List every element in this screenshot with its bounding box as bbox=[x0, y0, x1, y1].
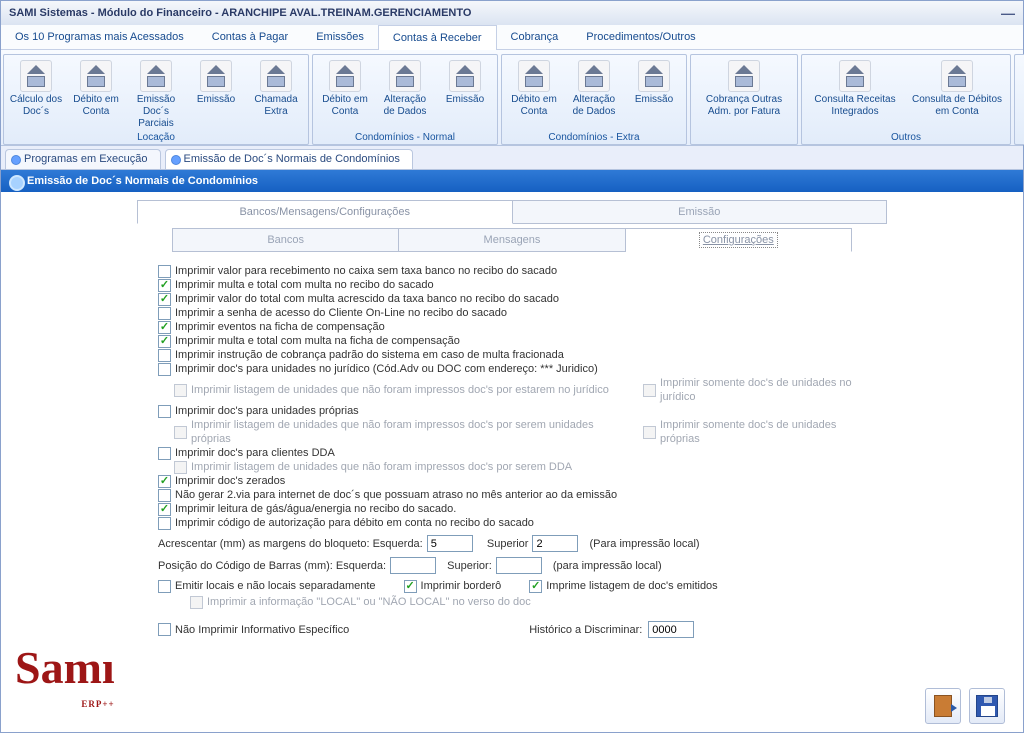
menu-contas-receber[interactable]: Contas à Receber bbox=[378, 25, 497, 50]
content-area: Bancos/Mensagens/Configurações Emissão B… bbox=[1, 192, 1023, 732]
tab-emissao-docs[interactable]: Emissão de Doc´s Normais de Condomínios bbox=[165, 149, 413, 169]
subtab-mensagens[interactable]: Mensagens bbox=[399, 228, 625, 252]
chk-c6[interactable] bbox=[158, 335, 171, 348]
menu-top10[interactable]: Os 10 Programas mais Acessados bbox=[1, 25, 198, 49]
subtab-configuracoes[interactable]: Configurações bbox=[626, 228, 852, 252]
btn-debito-conta-ce[interactable]: Débito em Conta bbox=[505, 58, 563, 130]
final-row: Não Imprimir Informativo Específico Hist… bbox=[158, 621, 866, 638]
sub-tab-row: Bancos Mensagens Configurações bbox=[172, 228, 852, 252]
btn-emissao-loc[interactable]: Emissão bbox=[187, 58, 245, 130]
btn-alteracao-dados-cn[interactable]: Alteração de Dados bbox=[376, 58, 434, 130]
menu-procedimentos[interactable]: Procedimentos/Outros bbox=[572, 25, 709, 49]
chk-c10a[interactable] bbox=[174, 461, 187, 474]
window-title: SAMI Sistemas - Módulo do Financeiro - A… bbox=[9, 7, 471, 19]
input-margin-esq[interactable] bbox=[427, 535, 473, 552]
chk-c1[interactable] bbox=[158, 265, 171, 278]
tab-programas-execucao[interactable]: Programas em Execução bbox=[5, 149, 161, 169]
tab-emissao[interactable]: Emissão bbox=[513, 200, 888, 224]
chk-c9a[interactable] bbox=[174, 426, 187, 439]
input-barcode-sup[interactable] bbox=[496, 557, 542, 574]
floppy-icon bbox=[976, 695, 998, 717]
bottom-buttons bbox=[925, 688, 1005, 724]
group-caption-sair: Sair bbox=[1015, 132, 1024, 143]
chk-local-verso[interactable] bbox=[190, 596, 203, 609]
ribbon-group-locacao: Cálculo dos Doc´s Débito em Conta Emissã… bbox=[3, 54, 309, 145]
chk-c5[interactable] bbox=[158, 321, 171, 334]
btn-debito-conta-loc[interactable]: Débito em Conta bbox=[67, 58, 125, 130]
chk-c13[interactable] bbox=[158, 503, 171, 516]
input-historico[interactable] bbox=[648, 621, 694, 638]
btn-consulta-debitos[interactable]: Consulta de Débitos em Conta bbox=[907, 58, 1007, 130]
btn-chamada-extra[interactable]: Chamada Extra bbox=[247, 58, 305, 130]
chk-c8a[interactable] bbox=[174, 384, 187, 397]
chk-listagem-emitidos[interactable] bbox=[529, 580, 542, 593]
chk-c3[interactable] bbox=[158, 293, 171, 306]
btn-debito-conta-cn[interactable]: Débito em Conta bbox=[316, 58, 374, 130]
group-caption-locacao: Locação bbox=[4, 132, 308, 143]
exit-button[interactable] bbox=[925, 688, 961, 724]
input-barcode-esq[interactable] bbox=[390, 557, 436, 574]
panel-title: Emissão de Doc´s Normais de Condomínios bbox=[1, 170, 1023, 192]
menu-cobranca[interactable]: Cobrança bbox=[497, 25, 573, 49]
ribbon-group-cond-normal: Débito em Conta Alteração de Dados Emiss… bbox=[312, 54, 498, 145]
bread-tabs: Programas em Execução Emissão de Doc´s N… bbox=[1, 146, 1023, 170]
btn-alteracao-dados-ce[interactable]: Alteração de Dados bbox=[565, 58, 623, 130]
chk-c14[interactable] bbox=[158, 517, 171, 530]
ribbon-toolbar: Cálculo dos Doc´s Débito em Conta Emissã… bbox=[1, 50, 1023, 146]
chk-c9b[interactable] bbox=[643, 426, 656, 439]
chk-c10[interactable] bbox=[158, 447, 171, 460]
btn-sair[interactable]: Sair do Sistema bbox=[1018, 58, 1024, 130]
menu-bar: Os 10 Programas mais Acessados Contas à … bbox=[1, 25, 1023, 50]
chk-bordero[interactable] bbox=[404, 580, 417, 593]
barcode-row: Posição do Código de Barras (mm): Esquer… bbox=[158, 557, 866, 574]
margins-row: Acrescentar (mm) as margens do bloqueto:… bbox=[158, 535, 866, 552]
chk-c11[interactable] bbox=[158, 475, 171, 488]
group-caption-outros: Outros bbox=[802, 132, 1010, 143]
chk-c4[interactable] bbox=[158, 307, 171, 320]
label-historico: Histórico a Discriminar: bbox=[529, 624, 642, 636]
ribbon-group-cond-extra: Débito em Conta Alteração de Dados Emiss… bbox=[501, 54, 687, 145]
input-margin-sup[interactable] bbox=[532, 535, 578, 552]
save-button[interactable] bbox=[969, 688, 1005, 724]
top-tab-row: Bancos/Mensagens/Configurações Emissão bbox=[137, 200, 887, 224]
menu-contas-pagar[interactable]: Contas à Pagar bbox=[198, 25, 302, 49]
btn-cobranca-outras[interactable]: Cobrança Outras Adm. por Fatura bbox=[694, 58, 794, 130]
chk-c12[interactable] bbox=[158, 489, 171, 502]
emit-row: Emitir locais e não locais separadamente… bbox=[158, 579, 866, 593]
tab-bancos-mensagens[interactable]: Bancos/Mensagens/Configurações bbox=[137, 200, 513, 224]
chk-c8b[interactable] bbox=[643, 384, 656, 397]
btn-calculo-docs[interactable]: Cálculo dos Doc´s bbox=[7, 58, 65, 130]
btn-consulta-receitas[interactable]: Consulta Receitas Integrados bbox=[805, 58, 905, 130]
btn-emissao-parciais[interactable]: Emissão Doc´s Parciais bbox=[127, 58, 185, 130]
chk-c9[interactable] bbox=[158, 405, 171, 418]
ribbon-group-outros: Consulta Receitas Integrados Consulta de… bbox=[801, 54, 1011, 145]
chk-c2[interactable] bbox=[158, 279, 171, 292]
chk-emitir-locais[interactable] bbox=[158, 580, 171, 593]
door-icon bbox=[934, 695, 952, 717]
ribbon-group-cobranca: Cobrança Outras Adm. por Fatura bbox=[690, 54, 798, 145]
config-panel: Imprimir valor para recebimento no caixa… bbox=[152, 258, 872, 616]
minimize-button[interactable]: — bbox=[1001, 5, 1015, 21]
title-bar: SAMI Sistemas - Módulo do Financeiro - A… bbox=[1, 1, 1023, 25]
group-caption-cn: Condomínios - Normal bbox=[313, 132, 497, 143]
menu-emissoes[interactable]: Emissões bbox=[302, 25, 378, 49]
btn-emissao-cn[interactable]: Emissão bbox=[436, 58, 494, 130]
chk-nao-imprimir-info[interactable] bbox=[158, 623, 171, 636]
subtab-bancos[interactable]: Bancos bbox=[172, 228, 399, 252]
chk-c7[interactable] bbox=[158, 349, 171, 362]
btn-emissao-ce[interactable]: Emissão bbox=[625, 58, 683, 130]
ribbon-group-sair: Sair do Sistema Sair bbox=[1014, 54, 1024, 145]
chk-c8[interactable] bbox=[158, 363, 171, 376]
group-caption-ce: Condomínios - Extra bbox=[502, 132, 686, 143]
